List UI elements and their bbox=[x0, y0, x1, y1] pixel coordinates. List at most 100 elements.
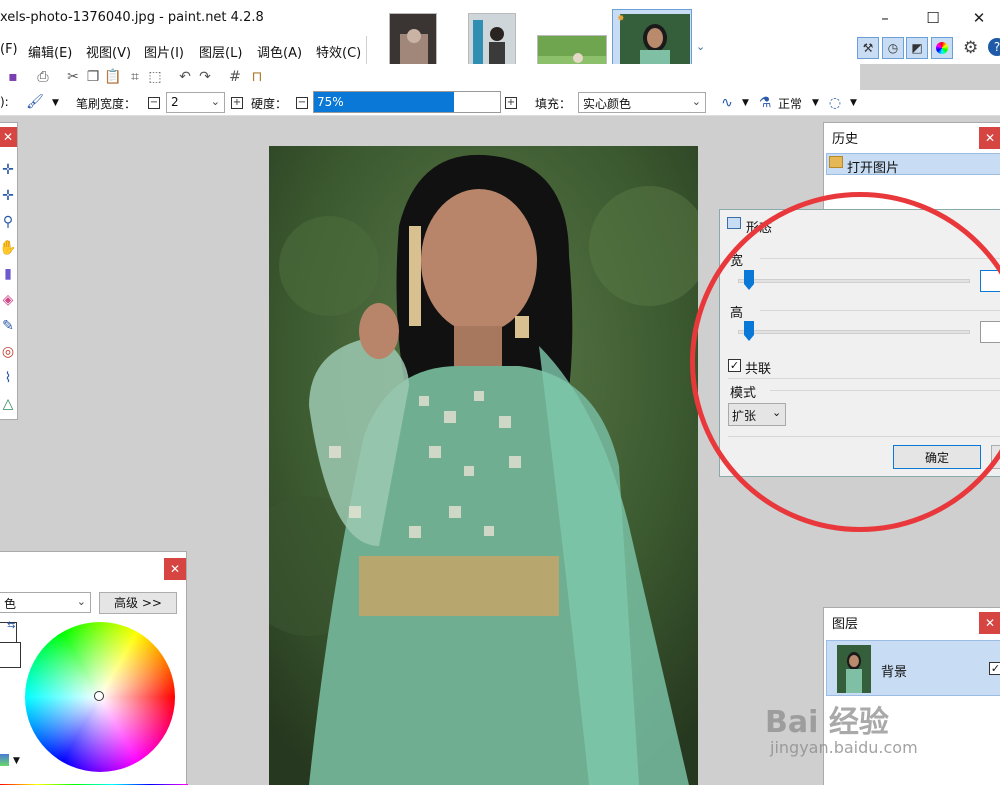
close-window-button[interactable]: ✕ bbox=[956, 0, 1000, 36]
rectangle-select-icon[interactable]: ▮ bbox=[0, 265, 17, 283]
menu-file[interactable]: (F) bbox=[0, 42, 18, 57]
help-icon[interactable]: ? bbox=[988, 38, 1000, 56]
history-window-button[interactable]: ◷ bbox=[882, 37, 904, 59]
layers-close-button[interactable]: ✕ bbox=[979, 612, 1000, 634]
hardness-value: 75% bbox=[317, 95, 344, 109]
layer-row[interactable]: 背景 ✓ bbox=[826, 640, 1000, 696]
link-checkbox[interactable]: ✓ bbox=[728, 359, 741, 372]
layers-panel: 图层 ✕ 背景 ✓ bbox=[823, 607, 1000, 785]
buttons-divider bbox=[728, 436, 1000, 437]
hardness-slider-fill: 75% bbox=[314, 92, 454, 112]
color-mode-combo[interactable]: 色 ⌄ bbox=[0, 592, 91, 613]
colors-panel: ✕ 色 ⌄ 高级 >> ⇆ ▼ bbox=[0, 551, 188, 785]
undo-icon[interactable]: ↶ bbox=[176, 68, 194, 86]
grid-icon[interactable]: # bbox=[226, 68, 244, 86]
palette-dropdown-icon[interactable]: ▼ bbox=[13, 756, 20, 766]
selection-dropdown-icon[interactable]: ▼ bbox=[850, 98, 857, 108]
deselect-icon[interactable]: ⬚ bbox=[146, 68, 164, 86]
cancel-button[interactable] bbox=[991, 445, 1000, 469]
colors-close-button[interactable]: ✕ bbox=[164, 558, 186, 580]
pan-hand-icon[interactable]: ✋ bbox=[0, 239, 17, 257]
menu-adjustments[interactable]: 调色(A) bbox=[257, 42, 302, 61]
color-picker-icon[interactable]: ✎ bbox=[0, 317, 17, 335]
width-value-field[interactable] bbox=[980, 270, 1000, 292]
save-icon[interactable]: ▪ bbox=[4, 68, 22, 86]
tool-dropdown-arrow-icon[interactable]: ▼ bbox=[52, 98, 59, 108]
eraser-icon[interactable]: ◈ bbox=[0, 291, 17, 309]
fill-combo[interactable]: 实心颜色 ⌄ bbox=[578, 92, 706, 113]
menu-view[interactable]: 视图(V) bbox=[86, 42, 131, 61]
history-close-button[interactable]: ✕ bbox=[979, 127, 1000, 149]
cut-icon[interactable]: ✂ bbox=[64, 68, 82, 86]
redo-icon[interactable]: ↷ bbox=[196, 68, 214, 86]
tools-window-button[interactable]: ⚒ bbox=[857, 37, 879, 59]
fill-label: 填充： bbox=[535, 97, 572, 111]
swap-colors-icon[interactable]: ⇆ bbox=[7, 620, 15, 631]
color-wheel-cursor[interactable] bbox=[94, 691, 104, 701]
menu-layers[interactable]: 图层(L) bbox=[199, 42, 242, 61]
color-wheel-icon bbox=[936, 42, 948, 54]
selection-mode-icon[interactable]: ◌ bbox=[826, 94, 844, 112]
color-wheel[interactable] bbox=[25, 622, 175, 772]
advanced-button[interactable]: 高级 >> bbox=[99, 592, 177, 614]
chevron-down-icon: ⌄ bbox=[210, 95, 220, 108]
menu-edit[interactable]: 编辑(E) bbox=[28, 42, 72, 61]
layers-icon: ◩ bbox=[911, 41, 923, 55]
baidu-watermark-url: jingyan.baidu.com bbox=[770, 738, 918, 757]
blend-flask-icon[interactable]: ⚗ bbox=[756, 94, 774, 112]
minimize-button[interactable]: – bbox=[862, 0, 908, 36]
shapes-icon[interactable]: △ bbox=[0, 395, 17, 413]
hardness-decrease-button[interactable]: − bbox=[296, 97, 308, 109]
gear-icon[interactable]: ⚙ bbox=[963, 38, 978, 58]
tool-label: ): bbox=[0, 95, 9, 109]
sun-icon: ✸ bbox=[617, 14, 625, 24]
hardness-increase-button[interactable]: + bbox=[505, 97, 517, 109]
move-selected-icon[interactable]: ✛ bbox=[0, 187, 17, 205]
hardness-slider[interactable]: 75% bbox=[313, 91, 501, 113]
blend-mode-value[interactable]: 正常 bbox=[778, 95, 802, 112]
palette-icon[interactable] bbox=[0, 754, 9, 766]
ok-button[interactable]: 确定 bbox=[893, 445, 981, 469]
height-slider-thumb[interactable] bbox=[744, 321, 754, 341]
link-label: 共联 bbox=[745, 362, 772, 377]
width-slider-track[interactable] bbox=[738, 279, 970, 283]
width-label: 宽 bbox=[730, 254, 744, 269]
copy-icon[interactable]: ❐ bbox=[84, 68, 102, 86]
width-divider bbox=[760, 258, 1000, 259]
width-slider-thumb[interactable] bbox=[744, 270, 754, 290]
brush-width-decrease-button[interactable]: − bbox=[148, 97, 160, 109]
paste-icon[interactable]: 📋 bbox=[104, 68, 122, 86]
menu-image[interactable]: 图片(I) bbox=[144, 42, 184, 61]
zoom-icon[interactable]: ⚲ bbox=[0, 213, 17, 231]
print-icon[interactable]: ⎙ bbox=[34, 68, 52, 86]
clone-stamp-icon[interactable]: ◎ bbox=[0, 343, 17, 361]
hardness-label: 硬度： bbox=[251, 97, 288, 111]
crop-icon[interactable]: ⌗ bbox=[126, 68, 144, 86]
paintbrush-icon[interactable]: 🖌 bbox=[26, 93, 44, 111]
height-value-field[interactable] bbox=[980, 321, 1000, 343]
blend-dropdown-icon[interactable]: ▼ bbox=[812, 98, 819, 108]
layers-title: 图层 bbox=[824, 608, 1000, 634]
history-item[interactable]: 打开图片 bbox=[826, 153, 1000, 176]
move-selection-icon[interactable]: ✛ bbox=[0, 161, 17, 179]
antialias-dropdown-icon[interactable]: ▼ bbox=[742, 98, 749, 108]
tools-close-button[interactable]: ✕ bbox=[0, 127, 17, 147]
mode-select[interactable]: 扩张 ⌄ bbox=[728, 403, 786, 426]
colors-window-button[interactable] bbox=[931, 37, 953, 59]
ruler-icon[interactable]: ⊓ bbox=[248, 68, 266, 86]
chevron-down-icon[interactable]: ⌄ bbox=[696, 40, 705, 53]
fill-value: 实心颜色 bbox=[583, 97, 632, 111]
antialias-icon[interactable]: ∿ bbox=[718, 94, 736, 112]
maximize-button[interactable]: ☐ bbox=[910, 0, 956, 36]
secondary-color-swatch[interactable] bbox=[0, 642, 21, 668]
height-slider-track[interactable] bbox=[738, 330, 970, 334]
brush-width-combo[interactable]: 2 ⌄ bbox=[166, 92, 225, 113]
color-mode-value: 色 bbox=[4, 597, 17, 611]
line-curve-icon[interactable]: ⌇ bbox=[0, 369, 17, 387]
menu-effects[interactable]: 特效(C) bbox=[316, 42, 361, 61]
canvas-image[interactable] bbox=[269, 146, 698, 785]
layer-visibility-checkbox[interactable]: ✓ bbox=[989, 662, 1000, 675]
layers-window-button[interactable]: ◩ bbox=[906, 37, 928, 59]
dialog-title: 形态 bbox=[746, 221, 773, 236]
brush-width-increase-button[interactable]: + bbox=[231, 97, 243, 109]
